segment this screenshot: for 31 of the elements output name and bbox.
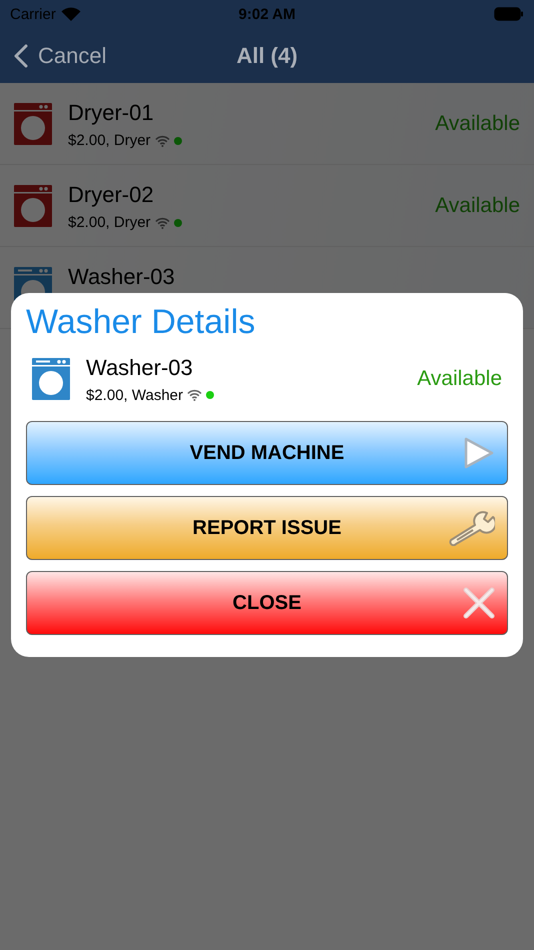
- machine-name: Washer-03: [68, 264, 176, 290]
- wifi-icon: [187, 389, 202, 402]
- wifi-icon: [154, 134, 170, 146]
- back-chevron-icon: [14, 44, 28, 68]
- clock: 9:02 AM: [238, 6, 296, 22]
- machine-row[interactable]: Dryer-02 $2.00, Dryer Available: [0, 165, 534, 247]
- play-icon: [463, 436, 495, 470]
- vend-button[interactable]: VEND MACHINE: [26, 421, 508, 486]
- wifi-icon: [154, 216, 170, 228]
- machine-name: Washer-03: [86, 354, 194, 381]
- wrench-icon: [447, 510, 495, 546]
- cancel-button[interactable]: Cancel: [14, 42, 106, 68]
- machine-status: Available: [435, 112, 520, 136]
- close-button[interactable]: CLOSE: [26, 571, 508, 636]
- close-icon: [463, 587, 495, 620]
- dryer-icon: [14, 103, 52, 145]
- machine-details: $2.00, Dryer: [68, 214, 151, 231]
- machine-details: $2.00, Washer: [86, 386, 183, 404]
- machine-name: Dryer-01: [68, 100, 155, 126]
- dryer-icon: [14, 185, 52, 227]
- machine-status: Available: [417, 367, 502, 392]
- washer-icon: [32, 358, 70, 400]
- machine-status: Available: [435, 194, 520, 218]
- battery-icon: [494, 7, 524, 21]
- report-button[interactable]: REPORT ISSUE: [26, 496, 508, 560]
- wifi-icon: [60, 7, 81, 21]
- machine-name: Dryer-02: [68, 182, 155, 208]
- nav-title: All (4): [236, 42, 298, 68]
- machine-row[interactable]: Dryer-01 $2.00, Dryer Available: [0, 83, 534, 165]
- carrier-label: Carrier: [10, 6, 56, 22]
- machine-details: $2.00, Dryer: [68, 132, 151, 149]
